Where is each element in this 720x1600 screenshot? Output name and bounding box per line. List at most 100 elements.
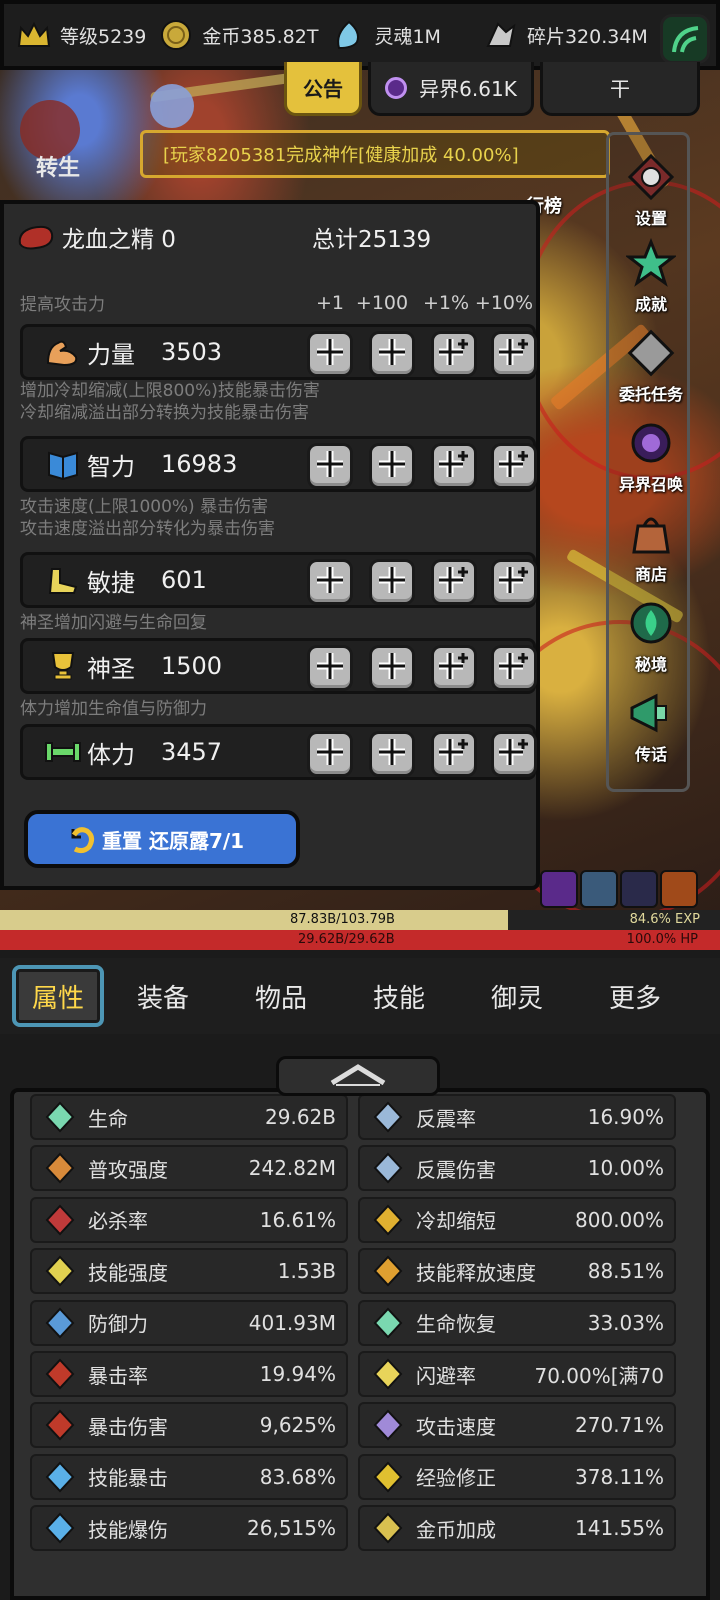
plus-icon [375, 649, 409, 687]
gold-bonus-icon [368, 1508, 408, 1548]
shop-menu-item[interactable]: 商店 [609, 505, 693, 585]
stamina-add-10pct-button[interactable] [491, 731, 537, 777]
exp-bar-fill [0, 910, 508, 930]
attribute-row: 技能暴击 83.68% [30, 1453, 348, 1500]
skill-slot-icon[interactable] [540, 870, 578, 908]
side-menu: 设置 成就 委托任务 异界召唤 商店 秘境 传话 [606, 132, 690, 792]
intellect-add-10pct-button[interactable] [491, 443, 537, 489]
soul-icon [328, 15, 368, 55]
holy-add-1-button[interactable] [307, 645, 353, 691]
attribute-value: 9,625% [259, 1413, 336, 1438]
reset-label: 重置 还原露7/1 [102, 828, 245, 853]
holy-add-100-button[interactable] [369, 645, 415, 691]
section-hint: 提高攻击力 [20, 295, 105, 315]
plus-icon [437, 335, 471, 373]
tab-more[interactable]: 更多 [590, 978, 680, 1015]
star-icon [623, 235, 679, 291]
shard-resource: 碎片320.34M [481, 15, 648, 55]
attribute-value: 16.61% [259, 1207, 336, 1232]
megaphone-label: 传话 [634, 745, 667, 764]
panel-header: 龙血之精 0 总计25139 [4, 204, 536, 270]
shop-label: 商店 [634, 565, 667, 584]
attribute-value: 401.93M [248, 1310, 336, 1335]
settings-label: 设置 [634, 209, 667, 228]
plus-icon [437, 447, 471, 485]
agility-add-10pct-button[interactable] [491, 559, 537, 605]
soul-resource: 灵魂1M [328, 15, 441, 55]
strength-value: 3503 [161, 338, 223, 366]
stat-allocation-panel: 龙血之精 0 总计25139 提高攻击力 +1 +100 +1% +10% 力量… [0, 200, 540, 890]
attribute-value: 242.82M [248, 1156, 336, 1181]
skill-slot-icon[interactable] [660, 870, 698, 908]
plus-icon [313, 447, 347, 485]
stamina-add-1pct-button[interactable] [431, 731, 477, 777]
attribute-name: 技能强度 [88, 1260, 168, 1285]
secret-realm-menu-item[interactable]: 秘境 [609, 595, 693, 675]
resource-bar: 等级5239 金币385.82T 灵魂1M 碎片320.34M [0, 0, 720, 70]
strength-add-1pct-button[interactable] [431, 331, 477, 377]
game-screen: 等级5239 金币385.82T 灵魂1M 碎片320.34M 公告 异界6.6 [0, 0, 720, 1600]
agility-name: 敏捷 [87, 568, 135, 597]
increment-header-100: +100 [355, 292, 409, 314]
agility-add-100-button[interactable] [369, 559, 415, 605]
chevron-up-icon [326, 1061, 390, 1091]
attribute-name: 技能释放速度 [416, 1260, 536, 1285]
announcement-tab[interactable]: 公告 [284, 62, 362, 116]
tab-spirits[interactable]: 御灵 [472, 978, 562, 1015]
quest-label: 委托任务 [618, 385, 683, 404]
attribute-row: 技能强度 1.53B [30, 1248, 348, 1295]
lightning-icon [40, 1251, 80, 1291]
intellect-add-1-button[interactable] [307, 443, 353, 489]
skill-slot-icon[interactable] [580, 870, 618, 908]
megaphone-menu-item[interactable]: 传话 [609, 685, 693, 765]
reset-button[interactable]: 重置 还原露7/1 [24, 810, 300, 868]
attribute-row: 攻击速度 270.71% [358, 1402, 676, 1449]
attribute-row: 闪避率 70.00%[满70 [358, 1351, 676, 1397]
otherworld-tab[interactable]: 异界6.61K [368, 62, 534, 116]
intellect-description: 冷却缩减溢出部分转换为技能暴击伤害 [20, 403, 309, 423]
strength-add-1-button[interactable] [307, 331, 353, 377]
reborn-label[interactable]: 转生 [36, 150, 80, 182]
quest-menu-item[interactable]: 委托任务 [609, 325, 693, 405]
agility-add-1pct-button[interactable] [431, 559, 477, 605]
regen-icon [368, 1303, 408, 1343]
strength-add-100-button[interactable] [369, 331, 415, 377]
stamina-add-100-button[interactable] [369, 731, 415, 777]
settings-menu-item[interactable]: 设置 [609, 149, 693, 229]
strength-add-10pct-button[interactable] [491, 331, 537, 377]
plus-icon [497, 735, 531, 773]
attribute-value: 29.62B [265, 1105, 336, 1129]
plus-icon [497, 335, 531, 373]
holy-add-1pct-button[interactable] [431, 645, 477, 691]
intellect-name: 智力 [87, 452, 135, 481]
intellect-add-100-button[interactable] [369, 443, 415, 489]
collapse-button[interactable] [276, 1056, 440, 1096]
attribute-value: 378.11% [575, 1464, 664, 1489]
holy-value: 1500 [161, 652, 223, 680]
attribute-row: 防御力 401.93M [30, 1299, 348, 1346]
signal-icon[interactable] [660, 14, 710, 64]
shield-icon [40, 1303, 80, 1343]
tab-attributes[interactable]: 属性 [12, 965, 104, 1027]
tab-equipment[interactable]: 装备 [118, 978, 208, 1015]
attribute-value: 83.68% [259, 1464, 336, 1489]
holy-add-10pct-button[interactable] [491, 645, 537, 691]
attribute-value: 33.03% [587, 1310, 664, 1335]
tab-items[interactable]: 物品 [236, 978, 326, 1015]
achievement-menu-item[interactable]: 成就 [609, 235, 693, 315]
intellect-add-1pct-button[interactable] [431, 443, 477, 489]
attribute-row: 暴击伤害 9,625% [30, 1402, 348, 1449]
holy-name: 神圣 [87, 654, 135, 683]
stamina-add-1-button[interactable] [307, 731, 353, 777]
tab-skills[interactable]: 技能 [354, 978, 444, 1015]
attribute-value: 16.90% [587, 1105, 664, 1129]
agility-add-1-button[interactable] [307, 559, 353, 605]
level-value: 等级5239 [60, 25, 147, 48]
skill-slot-icon[interactable] [620, 870, 658, 908]
third-tab[interactable]: 干 [540, 62, 700, 116]
attribute-row: 技能释放速度 88.51% [358, 1248, 676, 1295]
stamina-bone-icon [41, 730, 85, 774]
attribute-name: 暴击伤害 [88, 1414, 168, 1439]
summon-menu-item[interactable]: 异界召唤 [609, 415, 693, 495]
attribute-name: 生命 [88, 1106, 128, 1131]
